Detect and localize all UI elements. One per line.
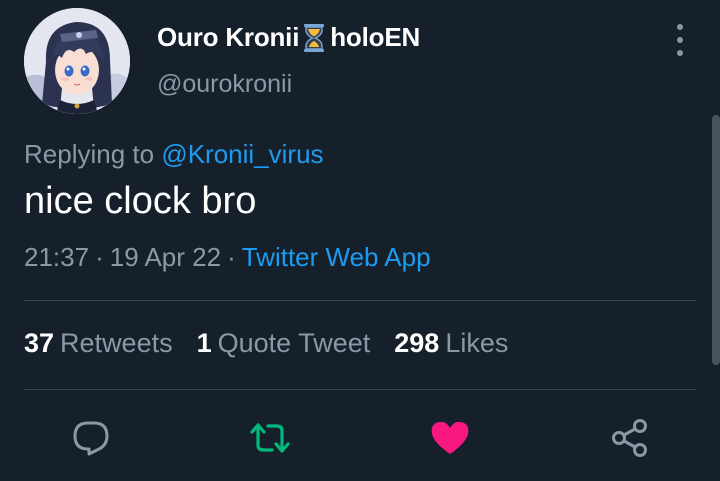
- divider: [24, 389, 696, 390]
- quotes-count: 1: [196, 328, 212, 358]
- divider: [24, 300, 696, 301]
- avatar-image: [24, 8, 130, 114]
- retweet-icon: [250, 423, 290, 453]
- tweet-detail: Ouro Kronii holoEN @ourokronii Replying …: [0, 0, 720, 481]
- like-button[interactable]: [430, 418, 470, 458]
- display-name-prefix: Ouro Kronii: [157, 22, 300, 52]
- tweet-text: nice clock bro: [24, 180, 257, 222]
- meta-separator: ·: [95, 242, 104, 272]
- meta-separator: ·: [227, 242, 236, 272]
- quotes-label: Quote Tweet: [217, 328, 371, 358]
- likes-count: 298: [394, 328, 440, 358]
- retweets-label: Retweets: [60, 328, 173, 358]
- tweet-meta: 21:37 · 19 Apr 22 · Twitter Web App: [24, 242, 431, 273]
- hourglass-icon: [301, 23, 327, 53]
- user-handle[interactable]: @ourokronii: [157, 70, 292, 99]
- retweets-count: 37: [24, 328, 55, 358]
- reply-icon: [73, 421, 109, 456]
- avatar[interactable]: [24, 8, 130, 114]
- likes-label: Likes: [445, 328, 509, 358]
- heart-icon: [431, 421, 469, 454]
- tweet-time[interactable]: 21:37: [24, 242, 89, 272]
- likes-stat[interactable]: 298 Likes: [394, 328, 508, 359]
- reply-button[interactable]: [71, 418, 111, 458]
- retweet-button[interactable]: [250, 418, 290, 458]
- tweet-stats: 37 Retweets 1 Quote Tweet 298 Likes: [24, 328, 508, 359]
- share-button[interactable]: [610, 418, 650, 458]
- retweets-stat[interactable]: 37 Retweets: [24, 328, 173, 359]
- tweet-date[interactable]: 19 Apr 22: [110, 242, 221, 272]
- quote-tweets-stat[interactable]: 1 Quote Tweet: [197, 328, 371, 359]
- reply-target-link[interactable]: @Kronii_virus: [161, 139, 323, 169]
- display-name-suffix: holoEN: [330, 22, 421, 52]
- replying-to: Replying to @Kronii_virus: [24, 139, 324, 170]
- tweet-source-link[interactable]: Twitter Web App: [242, 242, 431, 272]
- display-name[interactable]: Ouro Kronii holoEN: [157, 22, 420, 53]
- more-options-icon[interactable]: [670, 24, 690, 56]
- scrollbar[interactable]: [712, 115, 720, 365]
- share-icon: [612, 419, 647, 457]
- replying-to-label: Replying to: [24, 139, 155, 169]
